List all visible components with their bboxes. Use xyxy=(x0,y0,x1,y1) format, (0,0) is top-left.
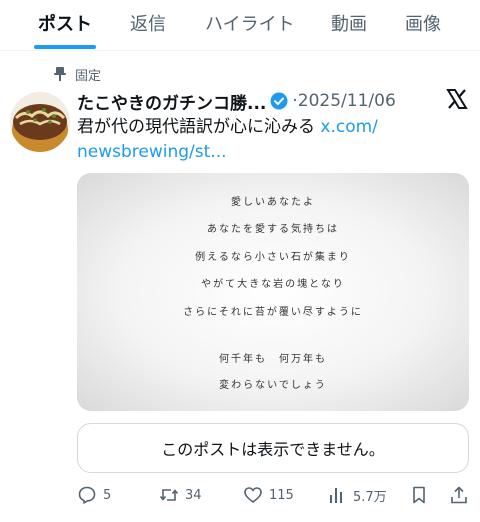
poem-line: 変わらないでしょう xyxy=(219,380,327,391)
tweet-image[interactable]: 愛しいあなたよ あなたを愛する気持ちは 例えるなら小さい石が集まり やがて大きな… xyxy=(77,173,469,411)
quote-unavailable-text: このポストは表示できません。 xyxy=(161,440,385,459)
pinned-label: 固定 xyxy=(53,64,101,84)
reply-icon xyxy=(78,486,96,504)
views-icon xyxy=(330,488,342,503)
share-button[interactable] xyxy=(449,484,469,506)
reply-count: 5 xyxy=(103,487,112,503)
poem-line: やがて大きな岩の塊となり xyxy=(201,279,345,290)
poem-line: あなたを愛する気持ちは xyxy=(207,224,339,235)
repost-icon xyxy=(159,489,179,501)
tab-videos[interactable]: 動画 xyxy=(331,10,367,36)
like-icon xyxy=(244,487,262,503)
tab-posts[interactable]: ポスト xyxy=(38,10,92,36)
poem-line: 例えるなら小さい石が集まり xyxy=(195,252,351,263)
reply-button[interactable]: 5 xyxy=(77,484,111,506)
active-tab-indicator xyxy=(34,45,96,49)
tweet-link-end[interactable]: newsbrewing/st... xyxy=(77,142,227,162)
tab-highlights[interactable]: ハイライト xyxy=(205,10,295,36)
tweet-body: 君が代の現代語訳が心に沁みる xyxy=(77,117,315,137)
view-count: 5.7万 xyxy=(353,489,387,505)
like-count: 115 xyxy=(269,487,294,503)
poem-line: 愛しいあなたよ xyxy=(231,197,315,208)
quoted-post-unavailable: このポストは表示できません。 xyxy=(77,423,469,473)
profile-tabs: ポスト 返信 ハイライト 動画 画像 xyxy=(0,0,480,51)
tweet-link-start[interactable]: x.com/ xyxy=(320,117,378,137)
bookmark-icon xyxy=(413,486,425,504)
like-button[interactable]: 115 xyxy=(243,484,294,506)
share-icon xyxy=(451,486,467,504)
tab-images[interactable]: 画像 xyxy=(405,10,441,36)
author-name[interactable]: たこやきのガチンコ勝... xyxy=(77,89,266,114)
tab-replies[interactable]: 返信 xyxy=(130,10,166,36)
repost-button[interactable]: 34 xyxy=(159,484,202,506)
poem-line: 何千年も 何万年も xyxy=(219,354,327,365)
views-button[interactable]: 5.7万 xyxy=(327,484,387,506)
bookmark-button[interactable] xyxy=(409,484,429,506)
x-logo-icon[interactable] xyxy=(446,88,468,110)
repost-count: 34 xyxy=(185,487,202,503)
takoyaki-avatar-image xyxy=(10,92,70,152)
tweet-text: 君が代の現代語訳が心に沁みる x.com/ newsbrewing/st... xyxy=(77,115,417,165)
tweet-actions: 5 34 115 5.7万 xyxy=(77,484,469,506)
pinned-text: 固定 xyxy=(75,68,102,84)
tweet-header: たこやきのガチンコ勝... · 2025/11/06 xyxy=(77,88,396,114)
post-date[interactable]: 2025/11/06 xyxy=(298,91,396,111)
pin-icon xyxy=(54,67,66,81)
verified-badge-icon[interactable] xyxy=(270,92,288,110)
avatar[interactable] xyxy=(10,92,70,152)
poem-line: さらにそれに苔が覆い尽すように xyxy=(183,307,363,318)
